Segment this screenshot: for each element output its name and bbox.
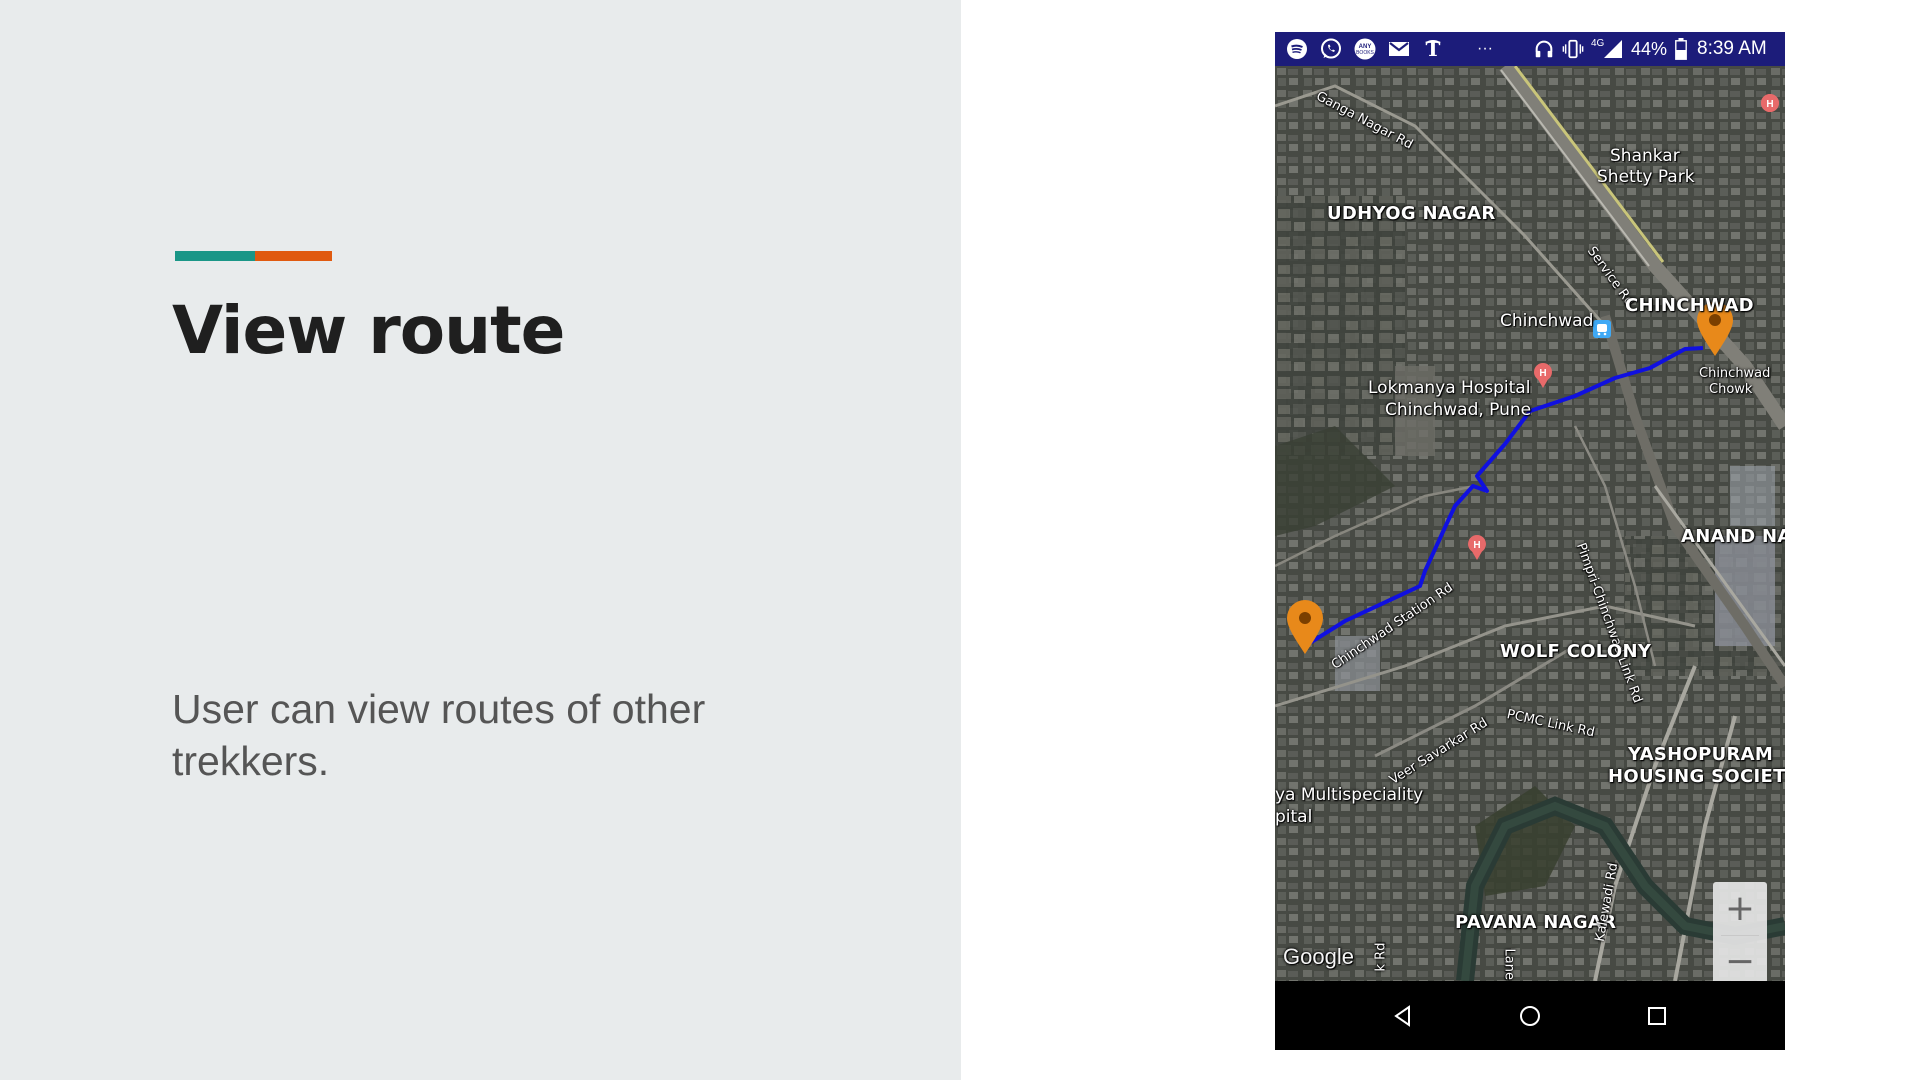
svg-text:BOOKS: BOOKS [1356,50,1374,56]
map-label-chinchwad-area: CHINCHWAD [1625,295,1754,316]
map-label-yashopuram: YASHOPURAM [1628,744,1774,765]
vibrate-icon [1561,32,1585,66]
svg-text:H: H [1766,99,1773,110]
map-label-wolf-colony: WOLF COLONY [1500,641,1652,662]
google-logo: Google [1283,944,1354,969]
train-station-icon[interactable] [1593,320,1611,338]
phone-screenshot: ANY BOOKS T ··· 4G 44% 8:39 AM H H H Gan… [1275,32,1785,1050]
clock: 8:39 AM [1697,38,1767,59]
map-label-chinchwad-chowk: Chinchwad [1699,366,1771,381]
slide-title: View route [172,292,565,369]
map-label-shankar-shetty-park: Shankar [1610,146,1680,166]
status-bar: ANY BOOKS T ··· 4G 44% 8:39 AM [1275,32,1785,66]
map-label-lane: Lane N [1501,948,1517,982]
map-label-pavana-nagar: PAVANA NAGAR [1455,912,1617,933]
nytimes-icon: T [1421,32,1445,66]
map-label-anand-nagar: ANAND NAG [1681,526,1785,547]
map-label-chinchwad-chowk-2: Chowk [1709,382,1753,397]
slide-panel: View route User can view routes of other… [0,0,961,1080]
accent-bar-orange [255,251,332,261]
svg-text:H: H [1473,540,1480,551]
accent-bar-teal [175,251,255,261]
home-icon[interactable] [1513,999,1547,1033]
zoom-out-button[interactable]: − [1713,935,1767,981]
battery-icon [1675,32,1687,66]
satellite-map[interactable]: H H H Ganga Nagar Rd Shankar Shetty Park… [1275,66,1785,981]
svg-text:H: H [1539,368,1546,379]
map-label-multispeciality-2: pital [1275,807,1313,827]
whatsapp-icon [1319,32,1343,66]
headphones-icon [1533,32,1555,66]
map-label-udhyog-nagar: UDHYOG NAGAR [1327,203,1496,224]
hospital-pin[interactable]: H [1760,94,1779,112]
map-label-shankar-shetty-park-2: Shetty Park [1597,167,1695,187]
zoom-in-button[interactable]: + [1713,882,1767,935]
map-label-k-rd: k Rd [1373,942,1389,972]
battery-percent: 44% [1631,38,1668,59]
map-label-housing-society: HOUSING SOCIETY [1608,766,1785,787]
slide-body: User can view routes of other trekkers. [172,686,706,784]
map-label-chinchwad-station: Chinchwad [1500,311,1594,331]
zoom-controls: + − [1713,882,1767,981]
android-nav-bar [1275,981,1785,1050]
gmail-icon [1387,32,1411,66]
recents-icon[interactable] [1640,999,1674,1033]
map-label-lokmanya-hospital-2: Chinchwad, Pune [1385,400,1532,420]
back-icon[interactable] [1386,999,1420,1033]
map-label-multispeciality: ya Multispeciality [1275,785,1424,805]
more-notifications: ··· [1477,40,1493,57]
map-label-lokmanya-hospital: Lokmanya Hospital [1368,378,1531,398]
anybooks-icon: ANY BOOKS [1353,32,1377,66]
spotify-icon [1285,32,1309,66]
signal-icon [1603,32,1623,66]
